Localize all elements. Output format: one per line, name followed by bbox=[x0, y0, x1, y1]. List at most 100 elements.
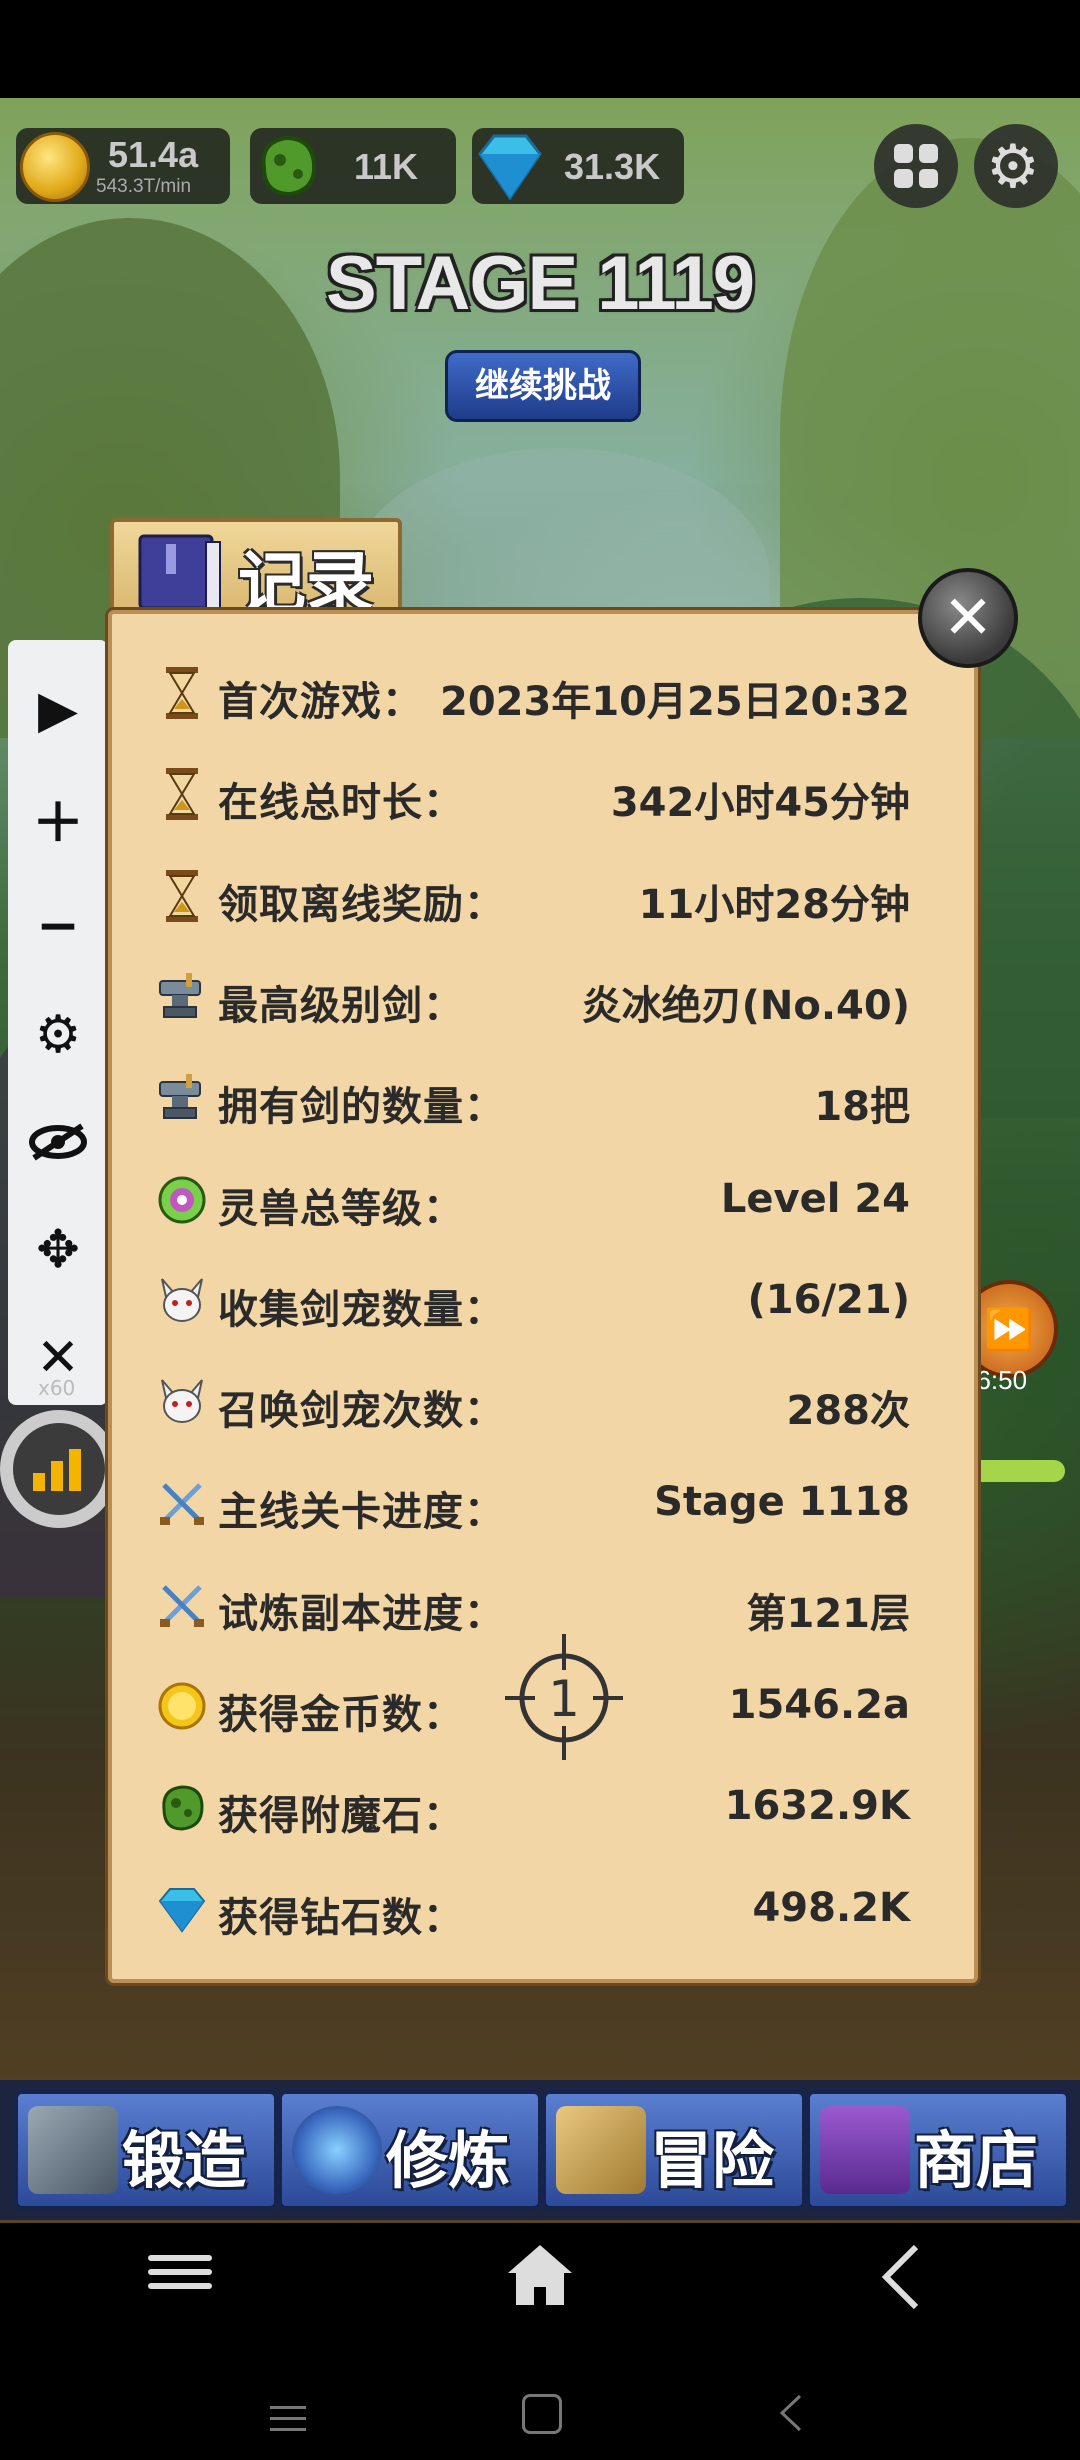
menu-button-orb[interactable]: 修炼 bbox=[278, 2090, 542, 2210]
back-arrow-icon[interactable] bbox=[876, 2241, 926, 2313]
record-value: 2023年10月25日20:32 bbox=[440, 679, 910, 725]
settings-button[interactable]: ⚙ bbox=[974, 124, 1058, 208]
hourglass-icon bbox=[156, 768, 208, 821]
menu-label: 修炼 bbox=[386, 2124, 511, 2197]
gold-coin-icon bbox=[156, 1680, 208, 1732]
recents-icon[interactable] bbox=[270, 2398, 306, 2439]
status-bar bbox=[0, 0, 1080, 98]
record-label: 收集剑宠数量： bbox=[218, 1286, 505, 1333]
minus-icon[interactable]: − bbox=[8, 876, 108, 976]
record-value: 342小时45分钟 bbox=[610, 780, 910, 827]
record-row: 在线总时长： 342小时45分钟 bbox=[150, 756, 910, 836]
diamond-display: 31.3K bbox=[472, 128, 684, 204]
swords-icon bbox=[156, 1477, 208, 1529]
record-label: 领取离线奖励： bbox=[218, 881, 505, 928]
record-label: 首次游戏： bbox=[218, 679, 423, 725]
gold-value: 51.4a bbox=[108, 134, 199, 175]
anvil-icon bbox=[28, 2106, 118, 2194]
record-label: 获得钻石数： bbox=[218, 1894, 464, 1941]
record-row: 收集剑宠数量： (16/21) bbox=[150, 1263, 910, 1343]
fox-pet-icon bbox=[156, 1376, 208, 1428]
gear-icon[interactable]: ⚙ bbox=[8, 985, 108, 1085]
record-row: 召唤剑宠次数： 288次 bbox=[150, 1364, 910, 1444]
speed-caption: x60 bbox=[38, 1376, 76, 1400]
record-value: 1632.9K bbox=[724, 1783, 910, 1830]
hourglass-icon bbox=[156, 667, 208, 719]
record-label: 召唤剑宠次数： bbox=[218, 1388, 505, 1435]
menu-button-map[interactable]: 冒险 bbox=[542, 2090, 806, 2210]
record-label: 获得金币数： bbox=[218, 1692, 464, 1738]
record-label: 最高级别剑： bbox=[218, 982, 464, 1029]
record-row: 获得钻石数： 498.2K bbox=[150, 1871, 910, 1951]
system-navigation-bar bbox=[0, 2368, 1080, 2460]
record-value: 288次 bbox=[786, 1388, 911, 1435]
record-row: 最高级别剑： 炎冰绝刃(No.40) bbox=[150, 959, 910, 1039]
continue-challenge-button[interactable]: 继续挑战 bbox=[445, 350, 641, 422]
menu-button-anvil[interactable]: 锻造 bbox=[14, 2090, 278, 2210]
anvil-icon bbox=[156, 1072, 208, 1124]
move-icon[interactable]: ✥ bbox=[8, 1200, 108, 1300]
record-value: (16/21) bbox=[747, 1276, 911, 1323]
menu-label: 锻造 bbox=[122, 2124, 247, 2197]
plus-icon[interactable]: ＋ bbox=[8, 768, 108, 868]
record-row: 获得附魔石： 1632.9K bbox=[150, 1769, 910, 1849]
gold-display: 51.4a 543.3T/min bbox=[16, 128, 230, 204]
progress-bar bbox=[970, 1460, 1065, 1482]
record-row: 拥有剑的数量： 18把 bbox=[150, 1060, 910, 1140]
stone-display: 11K bbox=[250, 128, 456, 204]
close-icon: ✕ bbox=[942, 583, 994, 653]
gold-coin-icon bbox=[20, 132, 90, 202]
fast-forward-icon: ⏩ bbox=[984, 1306, 1034, 1353]
close-dialog-button[interactable]: ✕ bbox=[918, 568, 1018, 668]
map-icon bbox=[556, 2106, 646, 2194]
record-label: 在线总时长： bbox=[218, 780, 464, 827]
grid-menu-button[interactable] bbox=[874, 124, 958, 208]
diamond-value: 31.3K bbox=[564, 146, 661, 187]
green-stone-icon bbox=[261, 135, 317, 197]
bar-chart-icon bbox=[33, 1449, 81, 1491]
fox-pet-icon bbox=[156, 1275, 208, 1327]
record-value: 炎冰绝刃(No.40) bbox=[581, 982, 910, 1029]
tool-panel: ▶ ＋ − ⚙ ✥ ✕ x60 bbox=[8, 640, 108, 1405]
record-value: 11小时28分钟 bbox=[638, 881, 910, 928]
hourglass-icon bbox=[156, 869, 208, 922]
swords-icon bbox=[156, 1579, 208, 1631]
record-label: 获得附魔石： bbox=[218, 1793, 464, 1840]
record-row: 领取离线奖励： 11小时28分钟 bbox=[150, 858, 910, 938]
diamond-icon bbox=[478, 134, 542, 201]
play-icon[interactable]: ▶ bbox=[8, 660, 108, 760]
gear-icon: ⚙ bbox=[986, 132, 1040, 202]
gold-rate: 543.3T/min bbox=[96, 176, 192, 197]
book-icon bbox=[138, 534, 221, 610]
menu-button-chest[interactable]: 商店 bbox=[806, 2090, 1070, 2210]
stats-button[interactable] bbox=[0, 1410, 118, 1528]
record-label: 灵兽总等级： bbox=[218, 1185, 464, 1232]
record-value: 498.2K bbox=[752, 1884, 910, 1931]
spirit-orb-icon bbox=[156, 1174, 208, 1226]
record-value: 第121层 bbox=[746, 1590, 911, 1637]
chest-icon bbox=[820, 2106, 910, 2194]
app-navigation-bar bbox=[0, 2223, 1080, 2368]
menu-label: 商店 bbox=[914, 2124, 1039, 2197]
orb-icon bbox=[292, 2106, 382, 2194]
menu-lines-icon[interactable] bbox=[148, 2247, 212, 2297]
diamond-icon bbox=[156, 1883, 208, 1935]
record-row: 主线关卡进度： Stage 1118 bbox=[150, 1465, 910, 1545]
record-label: 拥有剑的数量： bbox=[218, 1084, 505, 1131]
stage-title: STAGE 1119 bbox=[326, 241, 755, 326]
system-home-icon[interactable] bbox=[522, 2394, 562, 2434]
anvil-icon bbox=[156, 971, 208, 1023]
record-row: 首次游戏： 2023年10月25日20:32 bbox=[150, 655, 910, 735]
grid-icon bbox=[894, 144, 938, 188]
green-stone-icon bbox=[156, 1781, 208, 1833]
record-label: 主线关卡进度： bbox=[218, 1489, 505, 1536]
crosshair-icon: 1 bbox=[505, 1634, 623, 1760]
record-row: 灵兽总等级： Level 24 bbox=[150, 1162, 910, 1242]
eye-off-icon[interactable] bbox=[8, 1092, 108, 1192]
crosshair-label: 1 bbox=[548, 1670, 580, 1728]
system-back-icon[interactable] bbox=[776, 2392, 806, 2434]
record-value: 1546.2a bbox=[728, 1682, 910, 1728]
record-value: Stage 1118 bbox=[654, 1479, 910, 1526]
menu-label: 冒险 bbox=[650, 2124, 775, 2197]
home-icon[interactable] bbox=[506, 2243, 574, 2307]
